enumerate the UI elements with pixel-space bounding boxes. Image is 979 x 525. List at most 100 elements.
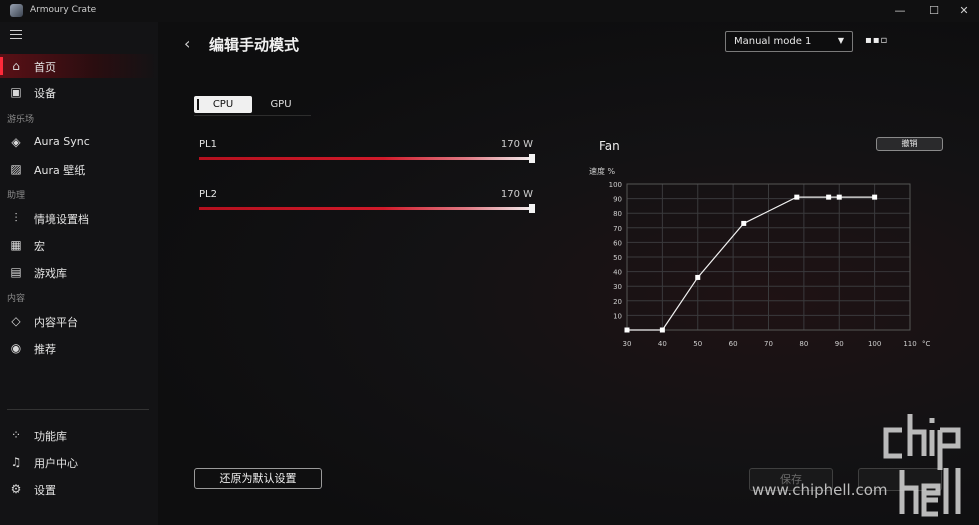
layers-icon: ◇ [11,314,21,328]
x-tick-label: 50 [693,340,702,348]
section-label-assist: 助理 [7,191,26,201]
gear-icon: ⚙ [10,482,22,496]
sidebar-item-aura-wallpaper[interactable]: ▨ Aura 壁纸 [0,157,158,181]
aura-icon: ◈ [11,135,21,149]
x-tick-label: 40 [658,340,667,348]
slider-value-pl1: 170 W [500,139,533,150]
y-tick-label: 90 [613,196,622,204]
fan-curve-point[interactable] [695,274,701,280]
sidebar-item-label: 内容平台 [34,316,78,329]
watermark-url: www.chiphell.com [752,481,888,499]
fan-curve-point[interactable] [794,194,800,200]
slider-thumb-pl2[interactable] [529,204,535,213]
home-icon: ⌂ [12,59,20,73]
y-tick-label: 30 [613,283,622,291]
game-library-icon: ▤ [10,265,22,279]
x-tick-label: 30 [623,340,632,348]
menu-icon[interactable] [10,30,22,40]
y-tick-label: 50 [613,254,622,262]
page-title: 编辑手动模式 [209,36,300,54]
sidebar-item-scenario-profiles[interactable]: ⫶ 情境设置档 [0,206,158,230]
close-button[interactable]: ✕ [954,3,974,19]
slider-label-pl1: PL1 [199,139,217,150]
sidebar-item-label: 功能库 [34,430,67,443]
sidebar-item-label: 设备 [34,87,56,100]
x-axis-unit: °C [922,340,931,348]
main-panel: ‹ 编辑手动模式 Manual mode 1 ▼ ▪▪▫ CPU GPU PL1… [158,22,979,525]
wallpaper-icon: ▨ [10,162,22,176]
chevron-down-icon: ▼ [837,36,844,45]
sidebar-item-recommend[interactable]: ◉ 推荐 [0,336,158,360]
section-label-play: 游乐场 [7,115,35,125]
sidebar-item-game-library[interactable]: ▤ 游戏库 [0,260,158,284]
fan-curve-point[interactable] [741,220,747,226]
sidebar-item-label: 用户中心 [34,457,78,470]
sidebar-item-content-platform[interactable]: ◇ 内容平台 [0,309,158,333]
more-options-icon[interactable]: ▪▪▫ [865,35,888,46]
fan-curve-point[interactable] [836,194,842,200]
bell-icon: ♫ [10,455,22,469]
sidebar-item-label: 首页 [34,61,56,74]
sidebar-item-label: 设置 [34,484,56,497]
x-tick-label: 90 [835,340,844,348]
sidebar-item-label: 游戏库 [34,267,67,280]
x-tick-label: 110 [903,340,916,348]
sidebar-item-devices[interactable]: ▣ 设备 [0,80,158,104]
fan-curve-point[interactable] [624,327,630,333]
y-tick-label: 100 [609,181,622,189]
fan-curve-point[interactable] [826,194,832,200]
x-tick-label: 60 [729,340,738,348]
maximize-button[interactable]: ☐ [924,3,944,19]
sliders-icon: ⫶ [14,211,18,225]
mode-select-value: Manual mode 1 [734,36,812,47]
slider-label-pl2: PL2 [199,189,217,200]
sidebar-item-label: Aura Sync [34,135,90,148]
undo-button[interactable]: 撤销 [876,137,943,151]
fan-curve-point[interactable] [659,327,665,333]
sidebar-item-label: 情境设置档 [34,213,89,226]
back-arrow-icon[interactable]: ‹ [184,34,190,53]
sidebar: ⌂ 首页 ▣ 设备 游乐场 ◈ Aura Sync ▨ Aura 壁纸 助理 ⫶… [0,22,158,525]
reset-defaults-button[interactable]: 还原为默认设置 [194,468,322,489]
y-tick-label: 40 [613,269,622,277]
tab-cpu[interactable]: CPU [194,96,252,113]
slider-track-pl2[interactable] [199,207,534,210]
sidebar-item-user-center[interactable]: ♫ 用户中心 [0,450,158,474]
sidebar-item-macro[interactable]: ▦ 宏 [0,233,158,257]
app-logo-icon [10,4,23,17]
fan-curve-point[interactable] [872,194,878,200]
macro-icon: ▦ [10,238,22,252]
fan-curve-chart[interactable]: 速度 % 10 20 30 40 50 60 70 80 90 100 30 40 50 60 70 80 90 1… [589,162,949,357]
x-tick-label: 70 [764,340,773,348]
minimize-button[interactable]: — [890,3,910,19]
title-bar: Armoury Crate — ☐ ✕ [0,0,979,22]
feature-library-icon: ⁘ [10,428,22,442]
mode-select[interactable]: Manual mode 1 ▼ [725,31,853,52]
slider-value-pl2: 170 W [500,189,533,200]
tab-gpu[interactable]: GPU [252,96,310,113]
device-icon: ▣ [10,85,22,99]
y-tick-label: 80 [613,210,622,218]
fan-title: Fan [599,139,620,153]
x-tick-label: 80 [799,340,808,348]
chiphell-logo [883,414,961,517]
x-tick-label: 100 [868,340,881,348]
sidebar-divider [7,409,149,410]
y-tick-label: 70 [613,225,622,233]
sidebar-item-aura-sync[interactable]: ◈ Aura Sync [0,130,158,154]
y-axis-label: 速度 % [589,166,616,176]
section-label-content: 内容 [7,294,26,304]
slider-thumb-pl1[interactable] [529,154,535,163]
sidebar-item-label: Aura 壁纸 [34,164,86,177]
slider-track-pl1[interactable] [199,157,534,160]
app-title: Armoury Crate [30,5,97,15]
device-tabs: CPU GPU [194,96,311,116]
y-tick-label: 60 [613,239,622,247]
sidebar-item-label: 推荐 [34,343,56,356]
y-tick-label: 20 [613,298,622,306]
fan-curve-line [627,196,875,331]
sidebar-item-label: 宏 [34,240,45,253]
sidebar-item-settings[interactable]: ⚙ 设置 [0,477,158,501]
sidebar-item-feature-library[interactable]: ⁘ 功能库 [0,423,158,447]
sidebar-item-home[interactable]: ⌂ 首页 [0,54,158,78]
